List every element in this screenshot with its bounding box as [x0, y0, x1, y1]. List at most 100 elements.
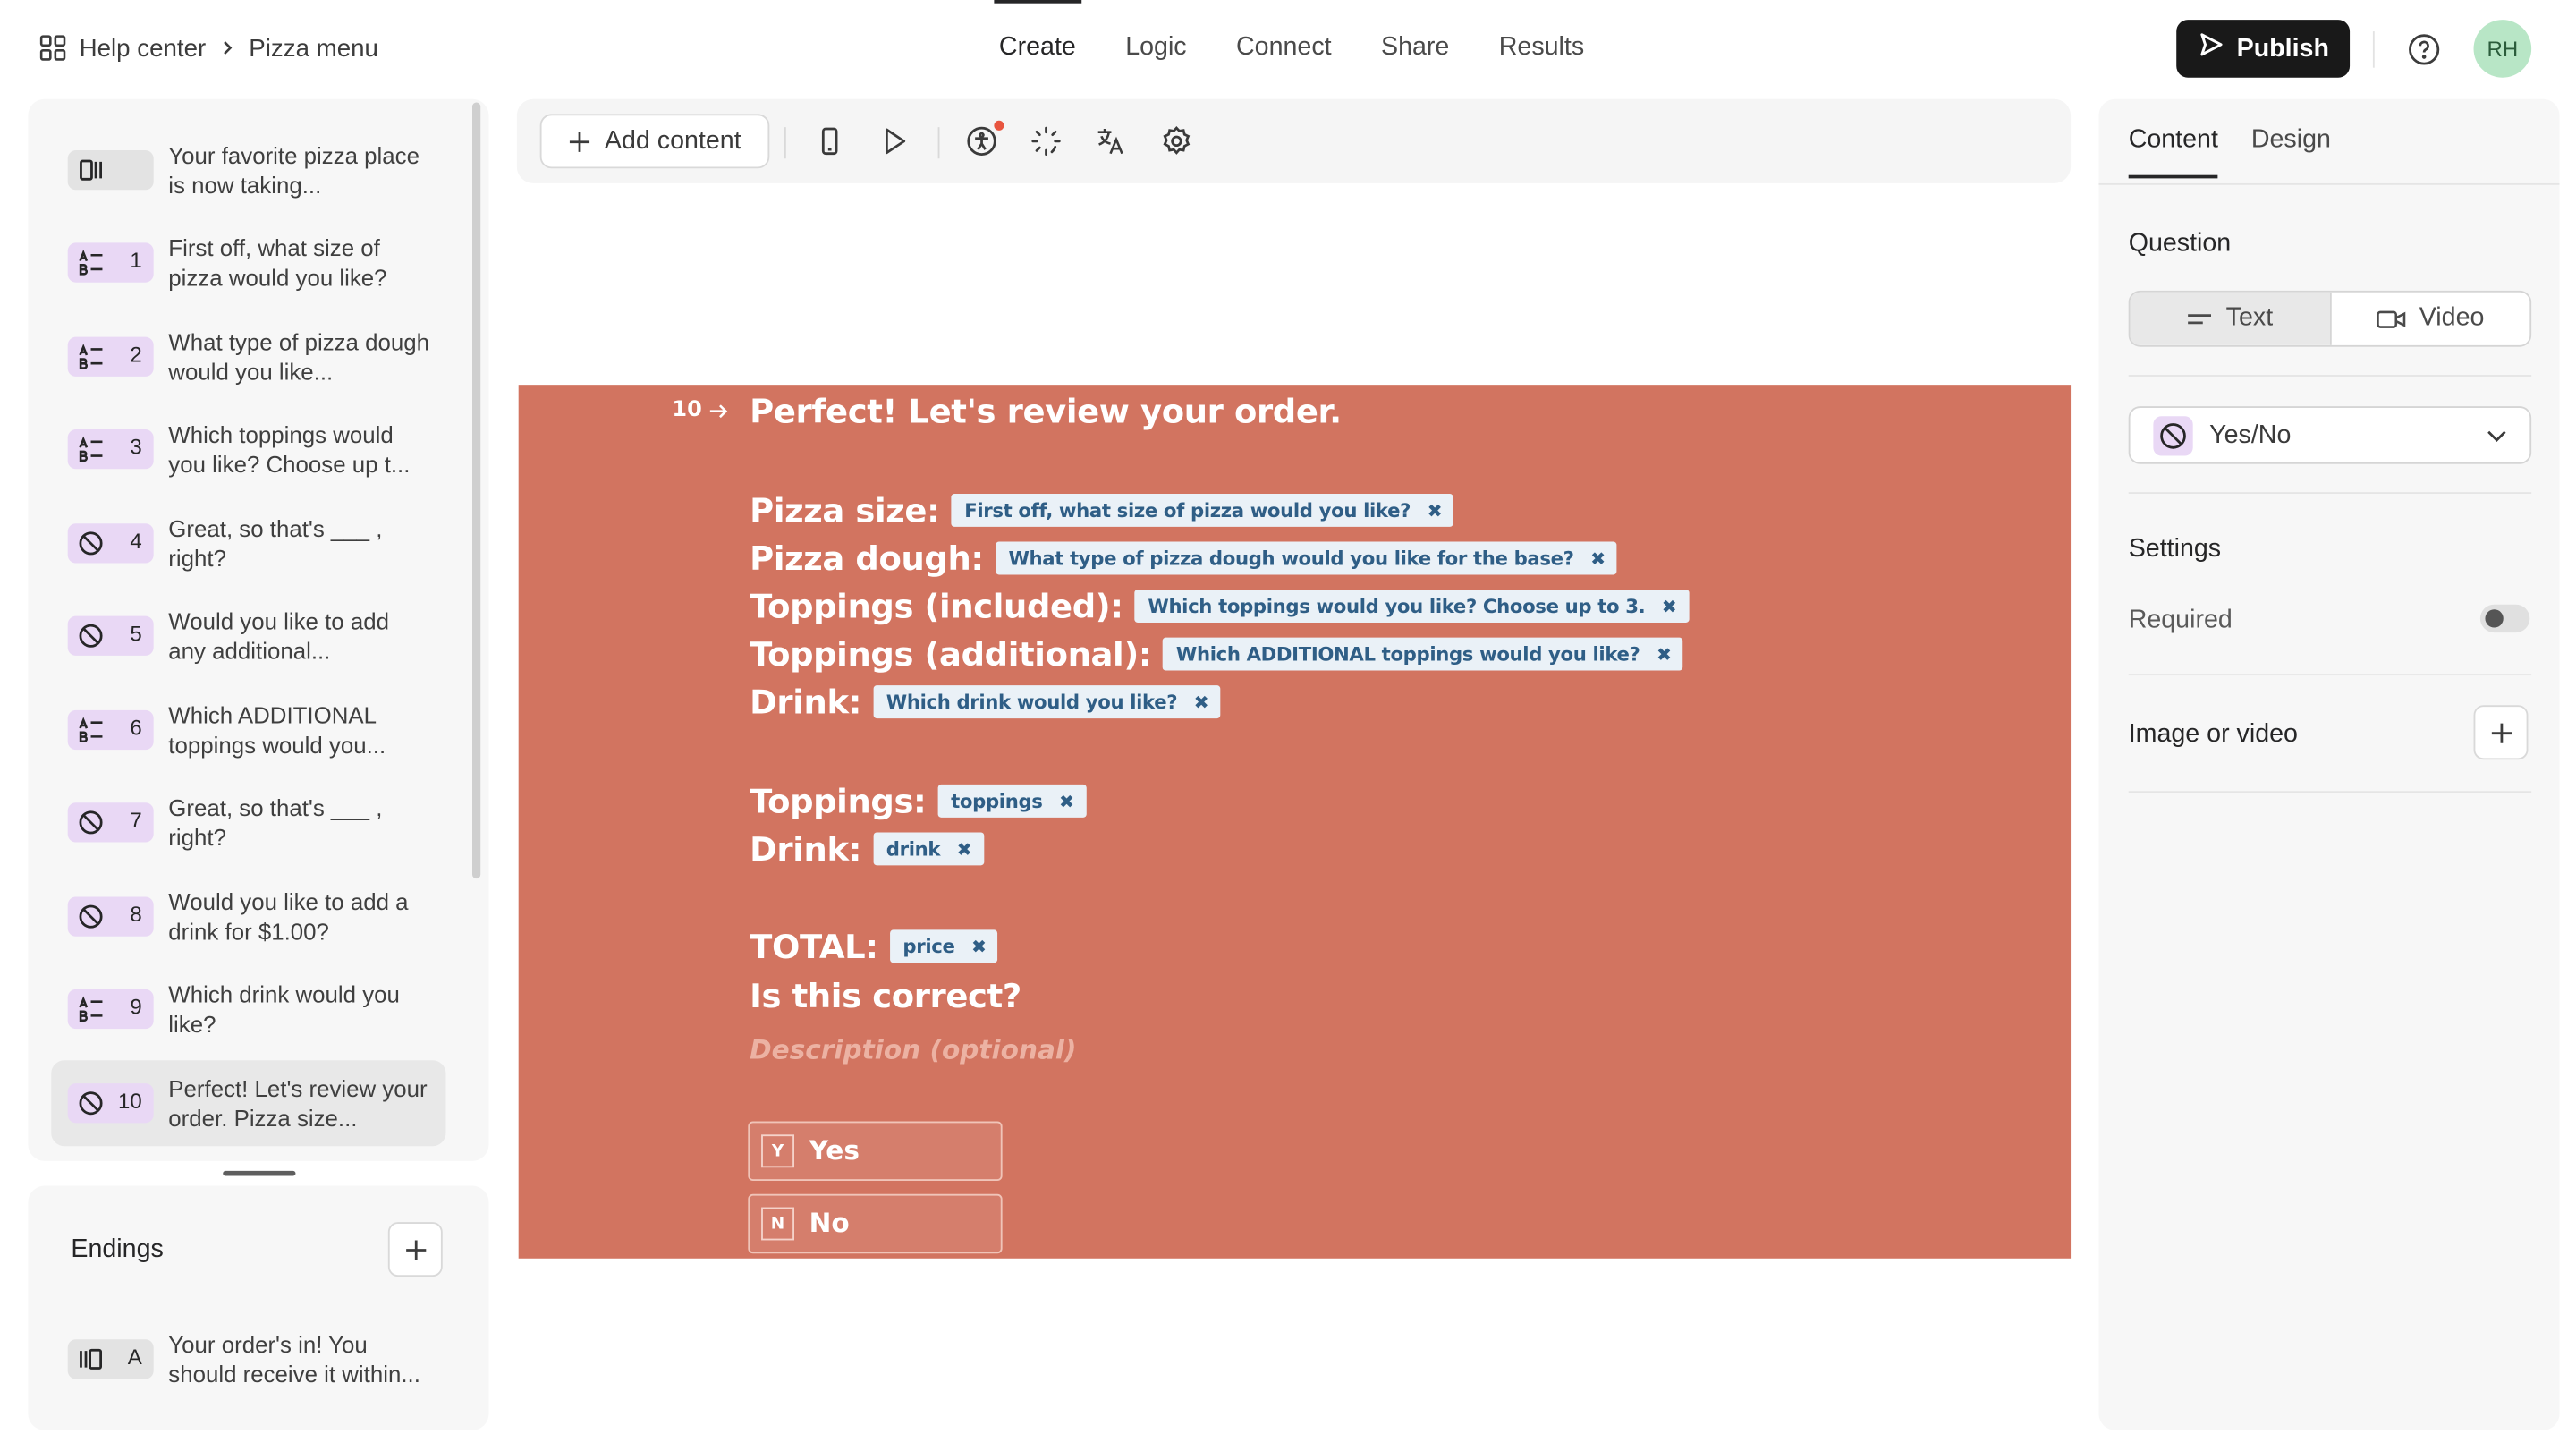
endings-title: Endings	[71, 1235, 164, 1264]
question-list-item[interactable]: 1 First off, what size of pizza would you…	[51, 220, 445, 306]
welcome-screen-icon	[78, 157, 105, 183]
question-text[interactable]: Is this correct?	[750, 976, 1021, 1015]
grid-icon[interactable]	[39, 35, 66, 62]
question-number: 10	[118, 1088, 142, 1114]
divider	[2128, 674, 2532, 676]
question-list-item[interactable]: 2 What type of pizza dough would you like…	[51, 314, 445, 400]
accessibility-icon[interactable]	[964, 120, 1004, 158]
recall-label: Toppings (additional):	[750, 633, 1152, 675]
tab-create[interactable]: Create	[974, 0, 1100, 96]
chip-text: price	[902, 934, 955, 958]
avatar[interactable]: RH	[2473, 20, 2532, 78]
choice-yes[interactable]: Y Yes	[748, 1121, 1003, 1181]
divider	[2098, 182, 2560, 185]
multiple-choice-icon	[78, 436, 105, 462]
question-title[interactable]: Perfect! Let's review your order.	[750, 392, 1342, 431]
add-ending-button[interactable]	[387, 1222, 443, 1277]
breadcrumb-home[interactable]: Help center	[80, 34, 207, 62]
video-option[interactable]: Video	[2328, 292, 2529, 345]
recall-chip[interactable]: What type of pizza dough would you like …	[995, 541, 1618, 575]
help-icon[interactable]	[2406, 31, 2443, 68]
question-number: 5	[130, 621, 142, 646]
remove-chip-icon[interactable]: ✖	[1428, 499, 1443, 521]
question-preview-canvas[interactable]: 10 Perfect! Let's review your order. Piz…	[518, 385, 2072, 1259]
remove-chip-icon[interactable]: ✖	[1194, 692, 1209, 713]
question-text-line: Is this correct?	[750, 972, 1021, 1019]
loading-spinner-icon[interactable]	[1029, 123, 1063, 158]
recall-line: Pizza size: First off, what size of pizz…	[750, 488, 1454, 534]
settings-gear-icon[interactable]	[1159, 123, 1194, 158]
video-camera-icon	[2377, 310, 2406, 327]
question-list-item[interactable]: 5 Would you like to add any additional...	[51, 593, 445, 679]
breadcrumb-current[interactable]: Pizza menu	[249, 34, 378, 62]
answer-type-label: Yes/No	[2209, 420, 2292, 449]
recall-chip[interactable]: First off, what size of pizza would you …	[951, 493, 1454, 527]
question-text: Would you like to add any additional...	[168, 607, 389, 664]
multiple-choice-icon	[78, 717, 105, 743]
resize-handle[interactable]	[223, 1170, 296, 1176]
remove-chip-icon[interactable]: ✖	[957, 838, 972, 860]
question-list-item[interactable]: 6 Which ADDITIONAL toppings would you...	[51, 687, 445, 773]
remove-chip-icon[interactable]: ✖	[971, 936, 987, 957]
tab-design[interactable]: Design	[2251, 125, 2331, 178]
choice-label: Yes	[809, 1134, 860, 1167]
play-icon[interactable]	[877, 123, 911, 158]
tab-share[interactable]: Share	[1356, 0, 1474, 96]
question-badge: 8	[67, 896, 154, 937]
question-text: Great, so that's ___ , right?	[168, 793, 383, 850]
divider	[2372, 31, 2375, 68]
endings-panel: Endings A Your order's in! You should re…	[28, 1185, 489, 1430]
settings-heading: Settings	[2128, 535, 2222, 564]
plus-icon	[2490, 722, 2512, 742]
remove-chip-icon[interactable]: ✖	[1657, 643, 1672, 665]
question-list-item[interactable]: 9 Which drink would you like?	[51, 966, 445, 1052]
required-toggle[interactable]	[2479, 604, 2530, 633]
text-option[interactable]: Text	[2130, 292, 2329, 345]
recall-chip[interactable]: Which ADDITIONAL toppings would you like…	[1163, 637, 1683, 671]
add-content-button[interactable]: Add content	[539, 114, 770, 169]
divider	[2128, 492, 2532, 494]
recall-chip[interactable]: Which toppings would you like? Choose up…	[1134, 590, 1689, 623]
description-placeholder[interactable]: Description (optional)	[750, 1034, 1076, 1065]
ending-item[interactable]: A Your order's in! You should receive it…	[51, 1316, 445, 1402]
tab-logic[interactable]: Logic	[1101, 0, 1212, 96]
add-content-label: Add content	[604, 126, 741, 155]
remove-chip-icon[interactable]: ✖	[1662, 596, 1677, 617]
answer-type-dropdown[interactable]: Yes/No	[2128, 406, 2532, 464]
translate-icon[interactable]	[1093, 123, 1128, 158]
tab-content[interactable]: Content	[2128, 125, 2219, 179]
question-list-item[interactable]: 10 Perfect! Let's review your order. Pizz…	[51, 1060, 446, 1147]
variable-chip[interactable]: drink ✖	[873, 832, 984, 866]
variable-chip[interactable]: price ✖	[889, 929, 998, 963]
yes-no-icon	[2153, 415, 2193, 455]
question-list-item[interactable]: 3 Which toppings would you like? Choose u…	[51, 406, 445, 492]
add-media-button[interactable]	[2473, 705, 2529, 760]
scrollbar[interactable]	[471, 102, 481, 879]
question-list-item[interactable]: 7 Great, so that's ___ , right?	[51, 779, 445, 865]
variable-chip[interactable]: toppings ✖	[937, 784, 1086, 818]
question-badge: 5	[67, 615, 154, 656]
question-badge: 1	[67, 242, 154, 283]
multiple-choice-icon	[78, 344, 105, 370]
tab-results[interactable]: Results	[1474, 0, 1609, 96]
required-label: Required	[2128, 606, 2233, 634]
choice-key: Y	[761, 1134, 794, 1168]
mobile-preview-icon[interactable]	[812, 123, 847, 158]
publish-button[interactable]: Publish	[2176, 20, 2351, 78]
question-number: 3	[130, 434, 142, 460]
question-text: Which toppings would you like? Choose up…	[168, 420, 411, 477]
question-badge: 9	[67, 989, 154, 1030]
question-list-item[interactable]: 8 Would you like to add a drink for $1.00…	[51, 874, 445, 960]
question-list-item[interactable]: 4 Great, so that's ___ , right?	[51, 500, 445, 586]
remove-chip-icon[interactable]: ✖	[1590, 547, 1606, 569]
remove-chip-icon[interactable]: ✖	[1059, 790, 1074, 811]
yes-no-icon	[78, 810, 105, 836]
choice-no[interactable]: N No	[748, 1193, 1003, 1254]
tab-connect[interactable]: Connect	[1211, 0, 1356, 96]
recall-chip[interactable]: Which drink would you like? ✖	[873, 685, 1221, 719]
notification-dot	[994, 120, 1004, 131]
publish-label: Publish	[2236, 33, 2329, 63]
question-list-panel: Your favorite pizza place is now taking.…	[28, 98, 489, 1161]
question-list-item[interactable]: Your favorite pizza place is now taking.…	[51, 127, 445, 213]
video-option-label: Video	[2419, 303, 2485, 333]
